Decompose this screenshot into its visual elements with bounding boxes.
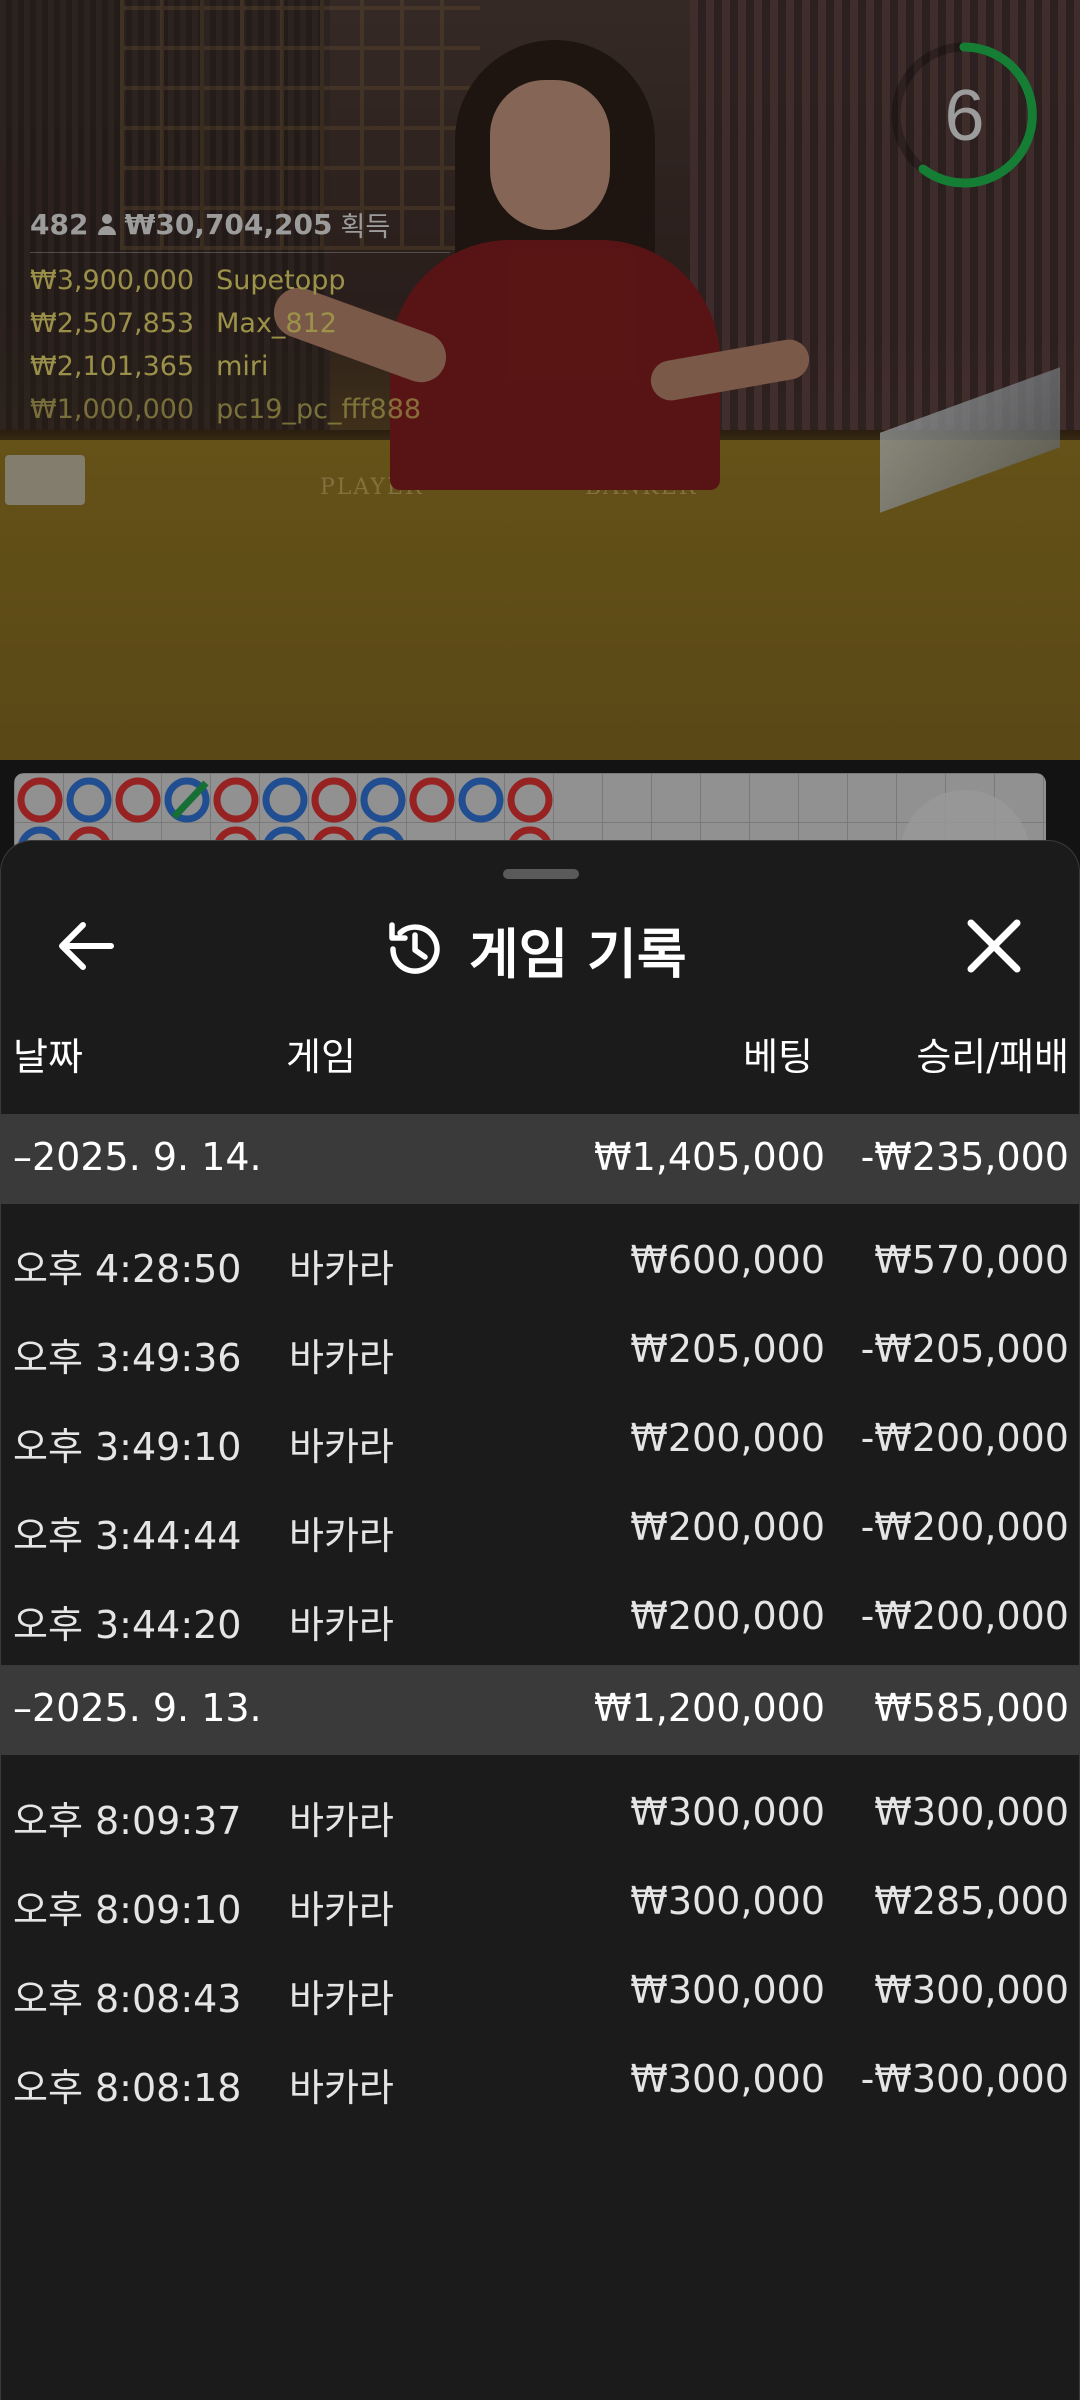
row-time: 오후 8:08:18 xyxy=(13,2066,242,2110)
page-title-text: 게임 기록 xyxy=(469,922,687,986)
row-bet: ₩300,000 xyxy=(630,1790,825,1834)
group-total-result: ₩585,000 xyxy=(874,1686,1069,1730)
row-game: 바카라 xyxy=(289,1888,394,1932)
table-row[interactable]: 오후 8:09:37 바카라 ₩300,000 ₩300,000 xyxy=(1,1766,1079,1855)
close-button[interactable] xyxy=(949,901,1039,991)
row-bet: ₩205,000 xyxy=(630,1327,825,1371)
back-button[interactable] xyxy=(41,901,131,991)
row-game: 바카라 xyxy=(289,1799,394,1843)
row-result: -₩200,000 xyxy=(860,1594,1069,1638)
close-icon xyxy=(967,919,1021,973)
table-row[interactable]: 오후 4:28:50 바카라 ₩600,000 ₩570,000 xyxy=(1,1214,1079,1303)
arrow-left-icon xyxy=(59,922,114,970)
row-bet: ₩200,000 xyxy=(630,1594,825,1638)
modal-dim-overlay[interactable] xyxy=(0,0,1080,900)
row-game: 바카라 xyxy=(289,2066,394,2110)
row-result: -₩200,000 xyxy=(860,1505,1069,1549)
row-bet: ₩300,000 xyxy=(630,1968,825,2012)
row-game: 바카라 xyxy=(289,1247,394,1291)
group-total-bet: ₩1,405,000 xyxy=(594,1135,825,1179)
group-date: –2025. 9. 14. xyxy=(13,1135,262,1179)
row-bet: ₩300,000 xyxy=(630,2057,825,2101)
column-header-date: 날짜 xyxy=(13,1035,83,1079)
table-row[interactable]: 오후 3:49:10 바카라 ₩200,000 -₩200,000 xyxy=(1,1392,1079,1481)
row-time: 오후 3:44:20 xyxy=(13,1603,242,1647)
group-total-bet: ₩1,200,000 xyxy=(594,1686,825,1730)
group-total-result: -₩235,000 xyxy=(860,1135,1069,1179)
row-result: ₩570,000 xyxy=(874,1238,1069,1282)
row-result: ₩300,000 xyxy=(874,1968,1069,2012)
sheet-grab-handle[interactable] xyxy=(503,869,579,879)
date-group-header[interactable]: –2025. 9. 13. ₩1,200,000 ₩585,000 xyxy=(1,1665,1079,1755)
row-time: 오후 3:49:36 xyxy=(13,1336,242,1380)
row-time: 오후 4:28:50 xyxy=(13,1247,242,1291)
row-game: 바카라 xyxy=(289,1514,394,1558)
table-row[interactable]: 오후 3:44:20 바카라 ₩200,000 -₩200,000 xyxy=(1,1570,1079,1659)
table-header: 날짜 게임 베팅 승리/패배 xyxy=(1,1026,1079,1086)
row-result: ₩285,000 xyxy=(874,1879,1069,1923)
row-game: 바카라 xyxy=(289,1977,394,2021)
row-time: 오후 3:44:44 xyxy=(13,1514,242,1558)
history-icon xyxy=(389,922,440,974)
row-result: -₩300,000 xyxy=(860,2057,1069,2101)
row-result: -₩205,000 xyxy=(860,1327,1069,1371)
table-row[interactable]: 오후 8:09:10 바카라 ₩300,000 ₩285,000 xyxy=(1,1855,1079,1944)
row-time: 오후 8:08:43 xyxy=(13,1977,242,2021)
table-row[interactable]: 오후 8:08:18 바카라 ₩300,000 -₩300,000 xyxy=(1,2033,1079,2122)
column-header-win-loss: 승리/패배 xyxy=(916,1035,1069,1079)
row-bet: ₩300,000 xyxy=(630,1879,825,1923)
row-result: -₩200,000 xyxy=(860,1416,1069,1460)
table-row[interactable]: 오후 8:08:43 바카라 ₩300,000 ₩300,000 xyxy=(1,1944,1079,2033)
row-time: 오후 3:49:10 xyxy=(13,1425,242,1469)
row-time: 오후 8:09:10 xyxy=(13,1888,242,1932)
column-header-bet: 베팅 xyxy=(743,1035,813,1079)
row-bet: ₩200,000 xyxy=(630,1505,825,1549)
row-bet: ₩200,000 xyxy=(630,1416,825,1460)
group-date: –2025. 9. 13. xyxy=(13,1686,262,1730)
page-title: 게임 기록 xyxy=(381,909,687,989)
row-game: 바카라 xyxy=(289,1603,394,1647)
game-history-sheet: 게임 기록 날짜 게임 베팅 승리/패배 –2025. 9. 14. ₩1,40… xyxy=(0,840,1080,2400)
row-game: 바카라 xyxy=(289,1336,394,1380)
column-header-game: 게임 xyxy=(286,1035,356,1079)
date-group-header[interactable]: –2025. 9. 14. ₩1,405,000 -₩235,000 xyxy=(1,1114,1079,1204)
row-game: 바카라 xyxy=(289,1425,394,1469)
row-time: 오후 8:09:37 xyxy=(13,1799,242,1843)
table-row[interactable]: 오후 3:44:44 바카라 ₩200,000 -₩200,000 xyxy=(1,1481,1079,1570)
row-bet: ₩600,000 xyxy=(630,1238,825,1282)
table-row[interactable]: 오후 3:49:36 바카라 ₩205,000 -₩205,000 xyxy=(1,1303,1079,1392)
row-result: ₩300,000 xyxy=(874,1790,1069,1834)
